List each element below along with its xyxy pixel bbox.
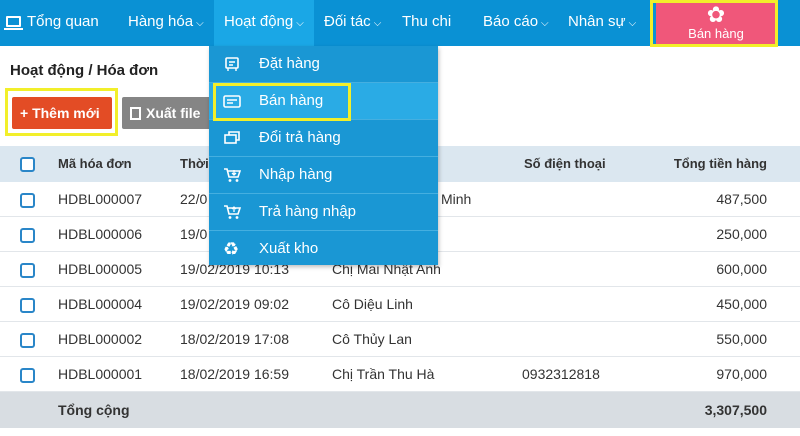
- checkbox-icon: [20, 157, 35, 173]
- cell-code: HDBL000007: [58, 191, 143, 207]
- nav-cashbook[interactable]: Thu chi: [402, 0, 451, 46]
- checkbox-icon: [20, 332, 35, 348]
- cell-total: 450,000: [716, 296, 767, 312]
- return-import-icon: [224, 205, 241, 219]
- checkbox-icon: [20, 367, 35, 383]
- cell-total: 970,000: [716, 366, 767, 382]
- menu-item-label: Trả hàng nhập: [259, 203, 357, 220]
- cell-total: 250,000: [716, 226, 767, 242]
- row-checkbox[interactable]: [20, 182, 35, 217]
- cell-time: 19/02/2019 09:02: [180, 296, 289, 312]
- row-checkbox[interactable]: [20, 217, 35, 252]
- cell-code: HDBL000006: [58, 226, 143, 242]
- menu-item-exchange-return[interactable]: Đổi trả hàng: [209, 120, 438, 156]
- export-file-button[interactable]: Xuất file: [122, 97, 218, 129]
- export-file-label: Xuất file: [146, 105, 201, 121]
- recycle-icon: ♻: [223, 239, 240, 259]
- cell-time: 18/02/2019 16:59: [180, 366, 289, 382]
- return-icon: [224, 131, 240, 144]
- add-new-button[interactable]: + Thêm mới: [12, 97, 112, 129]
- checkbox-icon: [20, 262, 35, 278]
- sell-button[interactable]: ✿ Bán hàng: [656, 2, 776, 46]
- page-title: Hoạt động / Hóa đơn: [10, 62, 159, 79]
- chevron-down-icon: ⌵: [628, 18, 637, 29]
- menu-item-label: Đổi trả hàng: [259, 129, 341, 146]
- table-footer: Tổng cộng 3,307,500: [0, 392, 800, 428]
- cell-time: 22/0: [180, 191, 208, 207]
- chevron-down-icon: ⌵: [373, 18, 382, 29]
- header-time[interactable]: Thời: [180, 146, 209, 182]
- checkbox-icon: [20, 227, 35, 243]
- header-total[interactable]: Tổng tiền hàng: [674, 146, 767, 182]
- nav-goods-label: Hàng hóa: [128, 13, 194, 30]
- nav-staff[interactable]: Nhân sự ⌵: [568, 0, 636, 46]
- nav-partners[interactable]: Đối tác ⌵: [324, 0, 381, 46]
- nav-activities[interactable]: Hoạt động ⌵: [214, 0, 314, 46]
- nav-goods[interactable]: Hàng hóa ⌵: [128, 0, 204, 46]
- menu-item-sell[interactable]: Bán hàng: [209, 83, 438, 119]
- menu-item-label: Nhập hàng: [259, 166, 333, 183]
- cell-total: 600,000: [716, 261, 767, 277]
- flower-icon: ✿: [706, 2, 726, 27]
- cell-code: HDBL000005: [58, 261, 143, 277]
- nav-cashbook-label: Thu chi: [402, 13, 452, 30]
- menu-item-label: Đặt hàng: [259, 55, 320, 72]
- nav-activities-label: Hoạt động: [224, 13, 294, 30]
- monitor-icon: [4, 16, 23, 30]
- menu-item-import[interactable]: Nhập hàng: [209, 157, 438, 193]
- cell-customer: Minh: [441, 191, 472, 207]
- chevron-down-icon: ⌵: [296, 18, 304, 29]
- header-code[interactable]: Mã hóa đơn: [58, 146, 132, 182]
- nav-partners-label: Đối tác: [324, 13, 371, 30]
- nav-staff-label: Nhân sự: [568, 13, 626, 30]
- menu-item-order[interactable]: Đặt hàng: [209, 46, 438, 82]
- chevron-down-icon: ⌵: [541, 18, 549, 29]
- menu-item-export-stock[interactable]: ♻ Xuất kho: [209, 231, 438, 267]
- top-nav-bar: Tổng quan Hàng hóa ⌵ Hoạt động ⌵ Đối tác ⌵ …: [0, 0, 800, 46]
- menu-item-label: Bán hàng: [259, 92, 324, 109]
- row-checkbox[interactable]: [20, 287, 35, 322]
- cell-code: HDBL000002: [58, 331, 143, 347]
- cell-code: HDBL000004: [58, 296, 143, 312]
- checkbox-icon: [20, 192, 35, 208]
- cell-total: 550,000: [716, 331, 767, 347]
- footer-total: 3,307,500: [704, 402, 767, 418]
- cell-phone: 0932312818: [522, 366, 600, 382]
- row-checkbox[interactable]: [20, 252, 35, 287]
- export-icon: [130, 107, 141, 120]
- nav-overview-label: Tổng quan: [27, 13, 99, 30]
- nav-reports[interactable]: Báo cáo ⌵: [483, 0, 549, 46]
- import-cart-icon: [224, 168, 241, 182]
- row-checkbox[interactable]: [20, 322, 35, 357]
- nav-overview[interactable]: Tổng quan: [4, 0, 99, 46]
- menu-item-return-import[interactable]: Trả hàng nhập: [209, 194, 438, 230]
- checkbox-icon: [20, 297, 35, 313]
- header-phone[interactable]: Số điện thoại: [524, 146, 606, 182]
- select-all-checkbox[interactable]: [20, 146, 35, 182]
- menu-item-label: Xuất kho: [259, 240, 319, 257]
- table-row[interactable]: HDBL000004 19/02/2019 09:02 Cô Diệu Linh…: [0, 287, 800, 322]
- table-row[interactable]: HDBL000001 18/02/2019 16:59 Chị Trần Thu…: [0, 357, 800, 392]
- cell-customer: Chị Trần Thu Hà: [332, 366, 435, 382]
- activities-dropdown-menu: Đặt hàng Bán hàng Đổi trả hàng Nhập hàng…: [209, 46, 438, 265]
- cell-time: 18/02/2019 17:08: [180, 331, 289, 347]
- order-icon: [225, 57, 239, 71]
- footer-label: Tổng cộng: [58, 402, 130, 418]
- nav-reports-label: Báo cáo: [483, 13, 539, 30]
- chevron-down-icon: ⌵: [196, 18, 204, 29]
- sell-button-label: Bán hàng: [688, 26, 744, 41]
- row-checkbox[interactable]: [20, 357, 35, 392]
- sale-icon: [223, 95, 241, 108]
- cell-time: 19/0: [180, 226, 208, 242]
- cell-code: HDBL000001: [58, 366, 143, 382]
- cell-total: 487,500: [716, 191, 767, 207]
- table-row[interactable]: HDBL000002 18/02/2019 17:08 Cô Thủy Lan …: [0, 322, 800, 357]
- cell-customer: Cô Diệu Linh: [332, 296, 413, 312]
- cell-customer: Cô Thủy Lan: [332, 331, 412, 347]
